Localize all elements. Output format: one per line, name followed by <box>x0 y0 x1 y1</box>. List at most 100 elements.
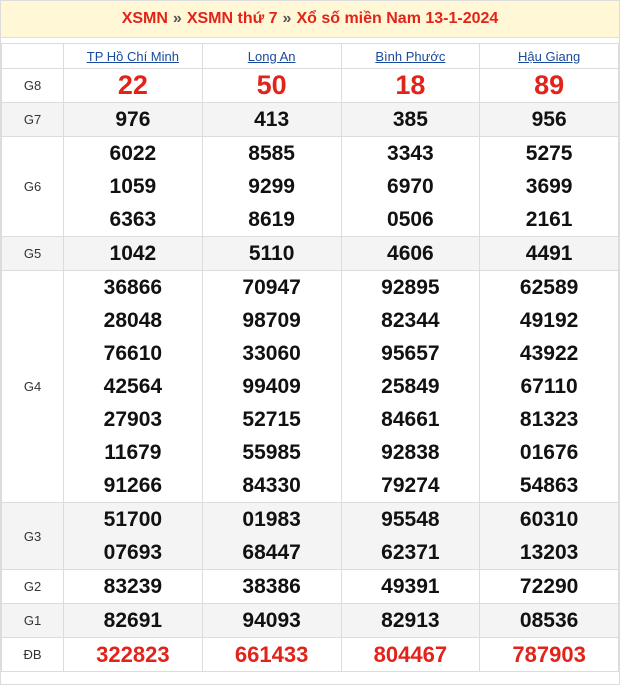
result-cell: 83239 <box>63 569 203 604</box>
result-cell: 956 <box>479 102 619 137</box>
province-link-hcm[interactable]: TP Hồ Chí Minh <box>87 49 179 64</box>
result-number: 5110 <box>248 242 295 265</box>
result-number: 8585 <box>248 142 295 165</box>
result-number: 2161 <box>525 208 573 231</box>
prize-label: G7 <box>1 102 64 137</box>
breadcrumb-day-link[interactable]: XSMN thứ 7 <box>187 10 278 28</box>
result-cell: 94093 <box>201 603 342 638</box>
result-number: 5275 <box>525 142 573 165</box>
result-number: 322823 <box>96 642 170 667</box>
result-cell: 50 <box>201 68 342 103</box>
result-number: 1042 <box>109 242 157 265</box>
result-number: 976 <box>115 108 151 131</box>
result-cell: 62589 49192 43922 67110 81323 01676 54863 <box>479 270 619 503</box>
result-number: 42564 <box>103 375 163 398</box>
result-cell: 82913 <box>340 603 481 638</box>
result-cell: 5275 3699 2161 <box>479 136 619 237</box>
result-cell: 51700 07693 <box>63 502 203 570</box>
result-number: 4606 <box>387 242 434 265</box>
result-cell: 4491 <box>479 236 619 271</box>
result-cell: 70947 98709 33060 99409 52715 55985 84330 <box>201 270 342 503</box>
result-cell: 4606 <box>340 236 481 271</box>
result-number: 0506 <box>387 208 434 231</box>
prize-row-8: ĐB 322823 661433 804467 787903 <box>1 637 619 672</box>
result-cell: 22 <box>63 68 203 103</box>
result-number: 18 <box>395 70 426 100</box>
result-cell: 413 <box>201 102 342 137</box>
result-number: 82691 <box>103 609 163 632</box>
result-number: 36866 <box>103 276 163 299</box>
province-header: Hậu Giang <box>479 43 619 69</box>
result-number: 385 <box>392 108 428 131</box>
result-number: 4491 <box>525 242 573 265</box>
result-number: 3699 <box>525 175 573 198</box>
result-cell: 661433 <box>201 637 342 672</box>
breadcrumb: XSMN » XSMN thứ 7 » Xổ số miền Nam 13-1-… <box>1 1 619 38</box>
result-cell: 36866 28048 76610 42564 27903 11679 91266 <box>63 270 203 503</box>
result-cell: 787903 <box>479 637 619 672</box>
result-number: 3343 <box>387 142 434 165</box>
result-number: 07693 <box>103 541 163 564</box>
result-number: 94093 <box>242 609 301 632</box>
result-number: 76610 <box>103 342 163 365</box>
result-number: 804467 <box>373 642 448 667</box>
result-number: 6970 <box>387 175 434 198</box>
result-number: 413 <box>254 108 290 131</box>
result-cell: 01983 68447 <box>201 502 342 570</box>
result-number: 98709 <box>242 309 301 332</box>
prize-row-4: G4 36866 28048 76610 42564 27903 11679 91266 709… <box>1 270 619 503</box>
result-number: 55985 <box>242 441 301 464</box>
result-cell: 6022 1059 6363 <box>63 136 203 237</box>
result-number: 62589 <box>519 276 579 299</box>
result-cell: 5110 <box>201 236 342 271</box>
result-number: 787903 <box>512 642 586 667</box>
result-cell: 3343 6970 0506 <box>340 136 481 237</box>
result-cell: 08536 <box>479 603 619 638</box>
result-number: 81323 <box>519 408 579 431</box>
prize-row-5: G3 51700 07693 01983 68447 95548 62371 60310 132… <box>1 502 619 570</box>
result-number: 95657 <box>381 342 440 365</box>
result-number: 22 <box>117 70 148 100</box>
result-number: 82913 <box>381 609 440 632</box>
prize-label: G8 <box>1 68 64 103</box>
province-header: TP Hồ Chí Minh <box>63 43 203 69</box>
breadcrumb-root-link[interactable]: XSMN <box>122 10 168 28</box>
province-link-long-an[interactable]: Long An <box>248 49 296 64</box>
result-number: 9299 <box>248 175 295 198</box>
result-cell: 89 <box>479 68 619 103</box>
result-number: 82344 <box>381 309 440 332</box>
result-number: 72290 <box>519 575 579 598</box>
province-header-row: TP Hồ Chí Minh Long An Bình Phước Hậu Gi… <box>1 43 619 69</box>
prize-row-1: G7 976 413 385 956 <box>1 102 619 137</box>
result-number: 01676 <box>519 441 579 464</box>
province-link-hau-giang[interactable]: Hậu Giang <box>518 49 580 64</box>
result-number: 8619 <box>248 208 295 231</box>
result-number: 52715 <box>242 408 301 431</box>
results-frame: XSMN » XSMN thứ 7 » Xổ số miền Nam 13-1-… <box>0 0 620 685</box>
result-number: 95548 <box>381 508 440 531</box>
result-cell: 322823 <box>63 637 203 672</box>
province-link-binh-phuoc[interactable]: Bình Phước <box>375 49 445 64</box>
result-number: 91266 <box>103 474 163 497</box>
result-number: 11679 <box>104 441 162 464</box>
result-number: 83239 <box>103 575 163 598</box>
result-cell: 385 <box>340 102 481 137</box>
result-number: 99409 <box>242 375 301 398</box>
prize-row-7: G1 82691 94093 82913 08536 <box>1 603 619 638</box>
result-number: 49391 <box>381 575 440 598</box>
breadcrumb-title-link[interactable]: Xổ số miền Nam 13-1-2024 <box>296 10 498 28</box>
result-number: 43922 <box>519 342 579 365</box>
result-cell: 18 <box>340 68 481 103</box>
prize-row-0: G8 22 50 18 89 <box>1 68 619 103</box>
result-number: 92895 <box>381 276 440 299</box>
result-cell: 8585 9299 8619 <box>201 136 342 237</box>
header-empty-cell <box>1 43 64 69</box>
result-number: 08536 <box>519 609 579 632</box>
result-number: 49192 <box>519 309 579 332</box>
result-number: 68447 <box>242 541 301 564</box>
result-number: 89 <box>534 70 565 100</box>
prize-label: G2 <box>1 569 64 604</box>
result-number: 84330 <box>242 474 301 497</box>
result-cell: 72290 <box>479 569 619 604</box>
result-number: 54863 <box>519 474 579 497</box>
